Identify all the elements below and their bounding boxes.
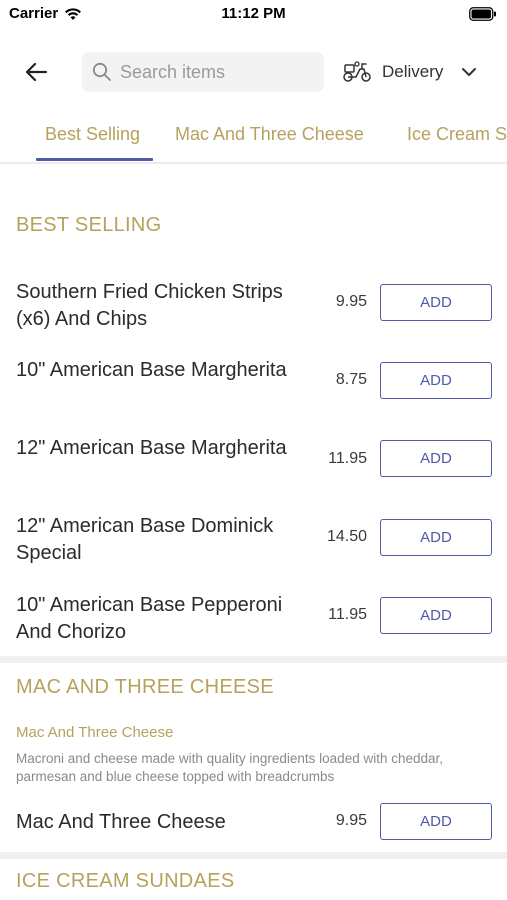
status-bar: Carrier 11:12 PM — [0, 0, 507, 30]
add-button[interactable]: ADD — [380, 440, 492, 477]
item-price: 11.95 — [328, 450, 367, 467]
clock: 11:12 PM — [221, 5, 286, 22]
tab-ice-cream-sundaes[interactable]: Ice Cream Sundaes — [407, 124, 507, 145]
scooter-icon — [343, 61, 371, 82]
section-subtitle: Mac And Three Cheese — [16, 724, 174, 741]
tab-mac-and-three-cheese[interactable]: Mac And Three Cheese — [175, 124, 364, 145]
item-name: 10" American Base Margherita — [16, 359, 287, 381]
section-divider — [0, 656, 507, 663]
item-name: 10" American Base Pepperoni And Chorizo — [16, 594, 283, 643]
section-title-ice-cream-sundaes: ICE CREAM SUNDAES — [16, 870, 235, 892]
chevron-down-icon — [462, 68, 477, 76]
item-name: Southern Fried Chicken Strips (x6) And C… — [16, 281, 283, 330]
arrow-left-icon — [25, 62, 48, 82]
item-name: Mac And Three Cheese — [16, 811, 226, 833]
delivery-selector[interactable]: Delivery — [342, 58, 477, 86]
add-button[interactable]: ADD — [380, 519, 492, 556]
search-input[interactable] — [120, 61, 310, 83]
section-description: Macroni and cheese made with quality ing… — [16, 751, 444, 784]
add-button[interactable]: ADD — [380, 803, 492, 840]
item-name: 12" American Base Margherita — [16, 437, 287, 459]
add-button[interactable]: ADD — [380, 597, 492, 634]
item-price: 11.95 — [328, 606, 367, 623]
item-price: 9.95 — [335, 293, 367, 310]
search-icon — [92, 62, 111, 81]
delivery-label: Delivery — [382, 62, 444, 81]
section-title-best-selling: BEST SELLING — [16, 214, 162, 236]
search-bar[interactable] — [82, 52, 324, 92]
add-button[interactable]: ADD — [380, 362, 492, 399]
battery-icon — [469, 7, 496, 21]
category-tabs: Best Selling Mac And Three Cheese Ice Cr… — [0, 112, 507, 164]
add-button[interactable]: ADD — [380, 284, 492, 321]
section-title-mac-and-three-cheese: MAC AND THREE CHEESE — [16, 676, 274, 698]
item-price: 9.95 — [335, 812, 367, 829]
top-nav: Delivery — [0, 50, 507, 94]
item-price: 8.75 — [335, 371, 367, 388]
back-button[interactable] — [20, 58, 52, 86]
item-price: 14.50 — [326, 528, 367, 545]
active-tab-indicator — [36, 158, 153, 161]
item-name: 12" American Base Dominick Special — [16, 515, 274, 564]
section-divider — [0, 852, 507, 859]
tab-best-selling[interactable]: Best Selling — [45, 124, 140, 145]
